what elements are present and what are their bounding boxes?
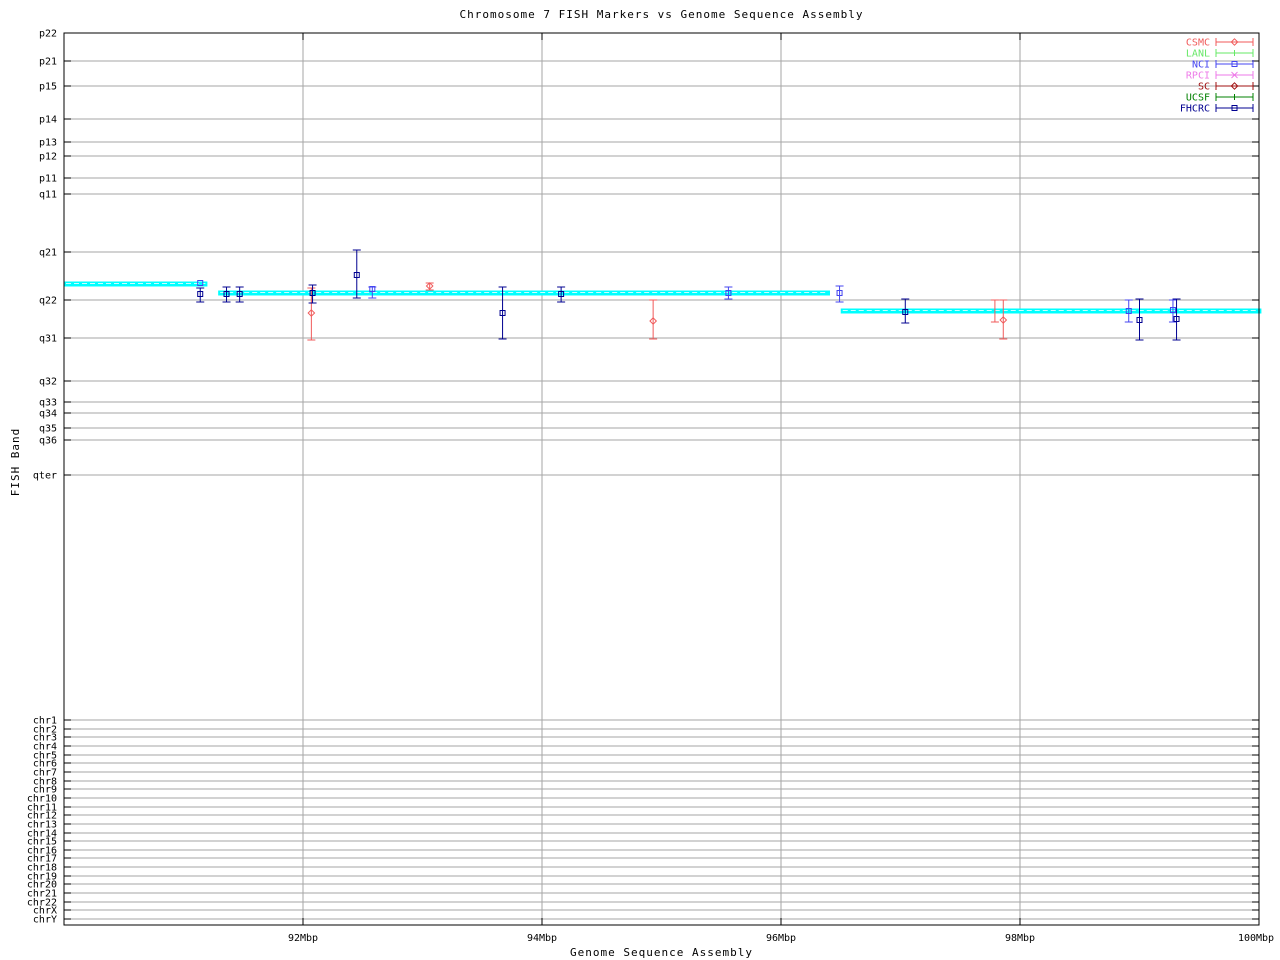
y-band-label: p15 [39, 82, 57, 93]
y-band-label: chrY [33, 915, 57, 926]
legend-label-CSMC: CSMC [1186, 38, 1210, 49]
y-band-label: q36 [39, 436, 57, 447]
y-band-label: q21 [39, 248, 57, 259]
y-band-label: p13 [39, 138, 57, 149]
legend-label-LANL: LANL [1186, 49, 1210, 60]
y-band-label: q35 [39, 424, 57, 435]
legend-label-UCSF: UCSF [1186, 93, 1210, 104]
y-band-label: p12 [39, 152, 57, 163]
y-band-label: p22 [39, 29, 57, 40]
y-band-label: q33 [39, 398, 57, 409]
x-tick-label: 100Mbp [1238, 933, 1274, 944]
x-tick-label: 92Mbp [288, 933, 318, 944]
plot-border [63, 32, 1260, 926]
x-tick-label: 98Mbp [1005, 933, 1035, 944]
chart-page: Chromosome 7 FISH Markers vs Genome Sequ… [0, 0, 1280, 960]
y-band-label: qter [33, 471, 57, 482]
y-band-label: p11 [39, 174, 57, 185]
legend-label-NCI: NCI [1192, 60, 1210, 71]
y-band-label: q34 [39, 409, 57, 420]
y-band-label: q22 [39, 296, 57, 307]
y-band-label: q11 [39, 190, 57, 201]
plot-canvas: p22p21p15p14p13p12p11q11q21q22q31q32q33q… [27, 29, 1274, 945]
y-band-label: q32 [39, 377, 57, 388]
legend-label-SC: SC [1198, 82, 1210, 93]
x-tick-label: 94Mbp [527, 933, 557, 944]
legend-label-RPCI: RPCI [1186, 71, 1210, 82]
y-band-label: p14 [39, 115, 57, 126]
x-tick-label: 96Mbp [766, 933, 796, 944]
y-band-label: p21 [39, 57, 57, 68]
y-band-label: q31 [39, 334, 57, 345]
legend-label-FHCRC: FHCRC [1180, 104, 1210, 115]
